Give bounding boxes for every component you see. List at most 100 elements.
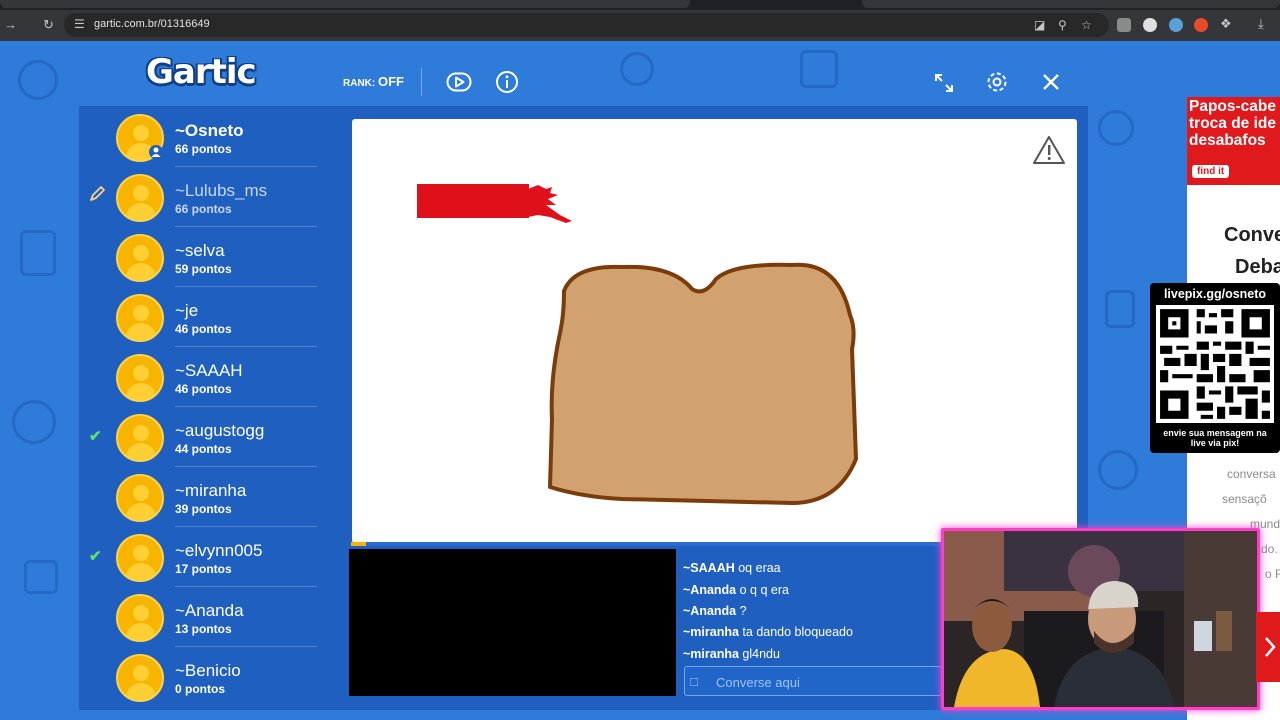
- chat-placeholder: Converse aqui: [716, 675, 800, 690]
- webcam-overlay: [941, 528, 1260, 710]
- chat-message: ~miranha gl4ndu: [683, 647, 780, 661]
- player-row[interactable]: ✔ ~elvynn005 17 pontos: [79, 527, 341, 587]
- qr-title: livepix.gg/osneto: [1163, 287, 1267, 301]
- players-list: ~Osneto 66 pontos ~Lulubs_ms 66 pontos ~…: [79, 106, 341, 710]
- info-icon: [496, 71, 518, 93]
- ad-find-it-button[interactable]: find it: [1192, 165, 1230, 178]
- gear-icon: [987, 72, 1007, 92]
- zoom-icon[interactable]: ⚲: [1058, 18, 1067, 32]
- owner-icon: [149, 145, 163, 159]
- ad-heading: Deba: [1235, 256, 1280, 278]
- site-settings-icon[interactable]: ☰: [74, 17, 85, 31]
- chat-text: gl4ndu: [742, 647, 780, 661]
- extension-icon[interactable]: [1143, 18, 1157, 32]
- chat-message: ~miranha ta dando bloqueado: [683, 625, 853, 639]
- player-name: ~miranha: [175, 481, 247, 500]
- extension-icon[interactable]: [1169, 18, 1183, 32]
- ad-text: do.: [1261, 542, 1278, 556]
- doodle-icon: [18, 60, 58, 100]
- ad-heading: Conve: [1224, 224, 1280, 246]
- play-video-button[interactable]: [446, 70, 472, 94]
- doodle-icon: [24, 560, 58, 594]
- check-icon: ✔: [89, 548, 102, 565]
- check-icon: ✔: [89, 428, 102, 445]
- chat-user: ~Ananda: [683, 604, 737, 618]
- rank-status: RANK: OFF: [343, 74, 404, 89]
- close-button[interactable]: [1041, 72, 1061, 92]
- chat-bubble-icon: □: [690, 674, 698, 689]
- player-row[interactable]: ~selva 59 pontos: [79, 227, 341, 287]
- player-points: 17 pontos: [175, 562, 232, 576]
- avatar: [116, 294, 164, 342]
- chat-text: ta dando bloqueado: [742, 625, 853, 639]
- player-name: ~Osneto: [175, 121, 244, 140]
- chat-message: ~SAAAH oq eraa: [683, 561, 781, 575]
- ad-scroll-arrow[interactable]: [1256, 612, 1280, 682]
- report-warning-button[interactable]: [1032, 134, 1066, 171]
- url-text[interactable]: gartic.com.br/01316649: [94, 18, 210, 30]
- player-row[interactable]: ~Lulubs_ms 66 pontos: [79, 167, 341, 227]
- ad-banner[interactable]: Papos-cabe troca de ide desabafos find i…: [1187, 97, 1280, 185]
- tab-strip: [0, 0, 1280, 10]
- doodle-icon: [620, 52, 654, 86]
- translate-icon[interactable]: ◪: [1034, 18, 1045, 32]
- reload-icon[interactable]: ↻: [43, 17, 54, 33]
- drawing-canvas[interactable]: [352, 119, 1077, 543]
- pencil-icon: [88, 185, 105, 201]
- rank-value: OFF: [378, 74, 404, 89]
- chat-text: o q q era: [739, 583, 789, 597]
- chat-user: ~SAAAH: [683, 561, 735, 575]
- doodle-icon: [20, 230, 56, 276]
- settings-button[interactable]: [985, 70, 1009, 94]
- chat-user: ~miranha: [683, 647, 739, 661]
- player-name: ~Lulubs_ms: [175, 181, 268, 200]
- chat-message: ~Ananda ?: [683, 604, 747, 618]
- player-row[interactable]: ~Osneto 66 pontos: [79, 107, 341, 167]
- player-row[interactable]: ~Ananda 13 pontos: [79, 587, 341, 647]
- avatar: [116, 234, 164, 282]
- avatar: [116, 354, 164, 402]
- gartic-logo[interactable]: Gartic: [146, 52, 257, 92]
- tab-other[interactable]: [862, 0, 1280, 8]
- bookmark-star-icon[interactable]: ☆: [1081, 18, 1092, 32]
- chat-input[interactable]: □ Converse aqui: [684, 666, 942, 696]
- back-icon[interactable]: →: [4, 17, 17, 33]
- chat-text: oq eraa: [738, 561, 781, 575]
- answers-panel: [349, 549, 676, 696]
- warning-icon: [1033, 136, 1065, 164]
- close-icon: [1043, 74, 1059, 90]
- player-row[interactable]: ~miranha 39 pontos: [79, 467, 341, 527]
- player-points: 66 pontos: [175, 142, 232, 156]
- doodle-icon: [800, 50, 838, 88]
- rank-label: RANK:: [343, 78, 376, 89]
- livepix-qr-overlay: livepix.gg/osneto envie sua mensagem na …: [1150, 283, 1280, 453]
- browser-toolbar: → ↻ ☰ gartic.com.br/01316649 ◪ ⚲ ☆ ❖ ⤓: [0, 10, 1280, 41]
- doodle-icon: [1098, 450, 1138, 490]
- player-name: ~selva: [175, 241, 225, 260]
- fullscreen-button[interactable]: [933, 72, 955, 94]
- round-timer-fill: [351, 542, 366, 546]
- player-row[interactable]: ~je 46 pontos: [79, 287, 341, 347]
- player-points: 44 pontos: [175, 442, 232, 456]
- player-points: 46 pontos: [175, 322, 232, 336]
- download-icon[interactable]: ⤓: [1258, 16, 1264, 32]
- header-divider: [421, 68, 422, 96]
- doodle-icon: [1098, 110, 1134, 146]
- play-icon: [446, 72, 472, 92]
- address-bar[interactable]: ☰ gartic.com.br/01316649 ◪ ⚲ ☆: [64, 13, 1109, 37]
- puzzle-icon[interactable]: ❖: [1220, 16, 1232, 32]
- webcam-video: [944, 531, 1257, 707]
- chat-user: ~Ananda: [683, 583, 737, 597]
- extension-icon[interactable]: [1194, 18, 1208, 32]
- chevron-right-icon: [1265, 637, 1276, 657]
- player-row[interactable]: ~Benicio 0 pontos: [79, 647, 341, 707]
- extension-icon[interactable]: [1117, 18, 1131, 32]
- avatar: [116, 654, 164, 702]
- avatar: [116, 534, 164, 582]
- player-row[interactable]: ~SAAAH 46 pontos: [79, 347, 341, 407]
- doodle-icon: [1105, 290, 1135, 328]
- info-button[interactable]: [495, 70, 519, 94]
- ad-text: o F: [1265, 567, 1280, 581]
- tab-active[interactable]: [0, 0, 690, 8]
- player-row[interactable]: ✔ ~augustogg 44 pontos: [79, 407, 341, 467]
